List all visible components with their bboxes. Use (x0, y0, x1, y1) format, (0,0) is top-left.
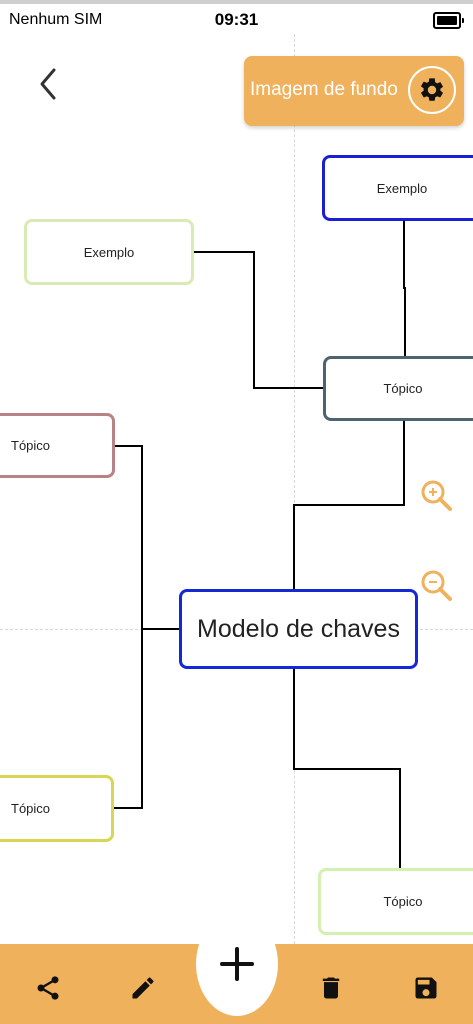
zoom-out-icon (421, 570, 452, 601)
bottom-toolbar (0, 912, 473, 1024)
connector-right-topic (293, 421, 405, 589)
clock: 09:31 (214, 10, 259, 29)
zoom-in-button[interactable] (420, 478, 454, 514)
node-label: Tópico (11, 801, 51, 816)
connector-top-example (403, 220, 406, 358)
add-node-button[interactable] (196, 912, 278, 1016)
settings-button[interactable] (408, 66, 456, 114)
share-button[interactable] (30, 970, 66, 1006)
node-label: Exemplo (83, 244, 135, 260)
save-button[interactable] (408, 970, 444, 1006)
connector-left-topic-1 (112, 445, 143, 809)
node-left-topic-1[interactable]: Tópico (0, 413, 115, 478)
mindmap-canvas[interactable]: Imagem de fundo Exemplo Exemplo Tópico T… (0, 34, 473, 944)
connector-left-example (193, 251, 324, 389)
node-label: Tópico (11, 438, 51, 453)
node-top-example[interactable]: Exemplo (322, 155, 473, 221)
plus-icon (220, 947, 254, 981)
node-left-topic-2[interactable]: Tópico (0, 775, 114, 842)
edit-button[interactable] (125, 970, 161, 1006)
node-right-topic[interactable]: Tópico (323, 356, 473, 421)
node-label: Tópico (383, 894, 423, 909)
node-label: Exemplo (376, 180, 428, 196)
status-bar: Nenhum SIM 09:31 (0, 0, 473, 34)
node-bottom-topic[interactable]: Tópico (318, 868, 473, 935)
battery-icon (433, 12, 464, 29)
share-icon (37, 976, 59, 1000)
node-left-example[interactable]: Exemplo (24, 219, 194, 285)
zoom-out-button[interactable] (420, 568, 454, 604)
background-image-button[interactable]: Imagem de fundo (244, 56, 464, 126)
connector-bottom-topic (293, 669, 401, 870)
chevron-left-icon (40, 68, 56, 100)
background-image-label: Imagem de fundo (250, 79, 398, 100)
main-node-label: Modelo de chaves (197, 614, 400, 643)
trash-icon (322, 977, 340, 999)
gear-icon (421, 78, 443, 101)
node-main[interactable]: Modelo de chaves (179, 589, 418, 669)
zoom-in-icon (421, 480, 452, 511)
pencil-icon (132, 977, 154, 999)
node-label: Tópico (383, 381, 423, 396)
back-button[interactable] (28, 64, 68, 104)
delete-button[interactable] (313, 970, 349, 1006)
save-icon (415, 977, 437, 999)
